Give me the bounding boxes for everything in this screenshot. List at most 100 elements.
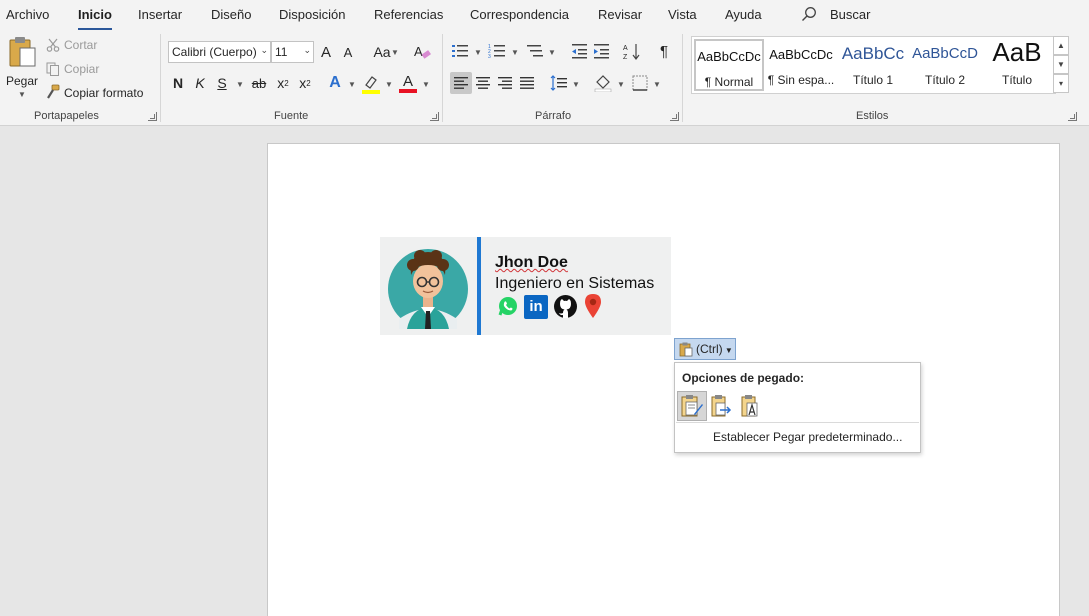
font-launcher[interactable] [430,112,439,121]
font-size-combo[interactable]: 11 ⌄ [271,41,314,63]
increase-indent-icon[interactable] [593,43,610,59]
style-normal-name: ¶ Normal [704,75,754,89]
copy-button[interactable]: Copiar [64,62,99,76]
merge-formatting-option[interactable] [707,391,737,421]
tab-insertar[interactable]: Insertar [138,7,182,22]
style-no-spacing-name: ¶ Sin espa... [767,73,835,87]
styles-gallery: AaBbCcDc ¶ Normal AaBbCcDc ¶ Sin espa...… [691,36,1056,94]
search-box[interactable]: Buscar [830,7,870,22]
style-no-spacing[interactable]: AaBbCcDc ¶ Sin espa... [766,39,836,91]
style-heading-2-sample: AaBbCcD [912,45,978,62]
tab-referencias[interactable]: Referencias [374,7,443,22]
avatar [388,249,468,329]
cut-button[interactable]: Cortar [64,38,97,52]
paint-bucket-icon [594,75,612,92]
tab-disposicion[interactable]: Disposición [279,7,345,22]
clipboard-launcher[interactable] [148,112,157,121]
justify-icon [520,77,534,89]
keep-source-formatting-option[interactable] [677,391,707,421]
font-size-value: 11 [275,45,288,59]
numbering-icon[interactable]: 1 2 3 [488,43,506,59]
superscript-label: x [299,75,307,91]
decrease-indent-icon[interactable] [571,43,588,59]
font-group-label: Fuente [274,110,309,122]
multilevel-list-icon[interactable] [526,43,544,59]
merge-formatting-icon [711,395,732,417]
align-right-button[interactable] [494,72,516,94]
bold-button[interactable]: N [167,72,189,94]
shading-button[interactable] [592,72,614,94]
styles-scroll-up[interactable]: ▲ [1053,36,1069,55]
sort-icon[interactable]: A Z [623,42,641,60]
styles-more[interactable]: ▾ [1053,74,1069,93]
align-left-button[interactable] [450,72,472,94]
show-formatting-button[interactable]: ¶ [653,40,675,62]
signature-role: Ingeniero en Sistemas [495,275,655,292]
strikethrough-button[interactable]: ab [248,72,270,94]
scissors-icon [46,38,60,52]
highlight-icon[interactable] [361,74,381,94]
tab-revisar[interactable]: Revisar [598,7,642,22]
paste-options-title: Opciones de pegado: [682,371,805,385]
svg-text:A: A [623,45,628,52]
underline-button[interactable]: S [211,72,233,94]
clipboard-group-label: Portapapeles [34,110,99,122]
paintbrush-icon [47,84,60,99]
font-name-combo[interactable]: Calibri (Cuerpo) ⌄ [168,41,271,63]
shrink-font-button[interactable]: A [337,41,359,63]
italic-button[interactable]: K [189,72,211,94]
paste-options-button[interactable]: (Ctrl) ▼ [674,338,736,360]
paste-button[interactable]: Pegar ▼ [4,34,40,100]
search-icon[interactable] [801,6,817,22]
style-normal[interactable]: AaBbCcDc ¶ Normal [694,39,764,91]
keep-text-only-option[interactable] [737,391,767,421]
paragraph-group-label: Párrafo [535,110,572,122]
styles-launcher[interactable] [1068,112,1077,121]
svg-text:3: 3 [488,54,491,59]
styles-scroll-down[interactable]: ▼ [1053,55,1069,74]
github-icon[interactable] [553,294,578,319]
style-title[interactable]: AaB Título [982,39,1052,91]
style-heading-1-sample: AaBbCc [841,44,905,63]
menu-bar: Archivo Inicio Insertar Diseño Disposici… [0,0,1089,31]
styles-group-label: Estilos [856,110,889,122]
grow-font-button[interactable]: A [315,41,337,63]
svg-text:A: A [414,44,423,59]
superscript-button[interactable]: x2 [294,72,316,94]
copy-icon [46,62,59,76]
style-heading-2[interactable]: AaBbCcD Título 2 [910,39,980,91]
line-spacing-button[interactable] [548,72,570,94]
align-center-button[interactable] [472,72,494,94]
format-painter-button[interactable]: Copiar formato [64,86,143,100]
linkedin-icon[interactable]: in [524,295,548,319]
align-right-icon [498,77,512,89]
tab-inicio[interactable]: Inicio [78,7,112,31]
tab-correspondencia[interactable]: Correspondencia [470,7,569,22]
style-heading-2-name: Título 2 [924,73,966,87]
tab-diseno[interactable]: Diseño [211,7,251,22]
justify-button[interactable] [516,72,538,94]
document-page[interactable] [267,143,1060,616]
paste-label: Pegar [6,74,39,88]
align-center-icon [476,77,490,89]
tab-archivo[interactable]: Archivo [6,7,49,22]
whatsapp-icon[interactable] [497,295,519,317]
style-heading-1[interactable]: AaBbCc Título 1 [838,39,908,91]
bullets-icon[interactable] [451,43,469,59]
paragraph-launcher[interactable] [670,112,679,121]
set-default-paste-item[interactable]: Establecer Pegar predeterminado... [713,430,902,444]
tab-ayuda[interactable]: Ayuda [725,7,762,22]
clipboard-icon [679,342,693,357]
signature-divider [477,237,481,335]
borders-button[interactable] [629,72,651,94]
location-pin-icon[interactable] [584,293,602,319]
subscript-label: x [277,75,285,91]
subscript-button[interactable]: x2 [272,72,294,94]
style-title-sample: AaB [992,39,1042,67]
clipboard-icon [9,37,36,67]
clear-formatting-icon[interactable]: A [413,43,431,61]
style-heading-1-name: Título 1 [852,73,894,87]
paste-options-menu: Opciones de pegado: Establecer Pegar pre… [674,362,921,453]
text-effects-button[interactable]: A [324,72,346,94]
tab-vista[interactable]: Vista [668,7,697,22]
